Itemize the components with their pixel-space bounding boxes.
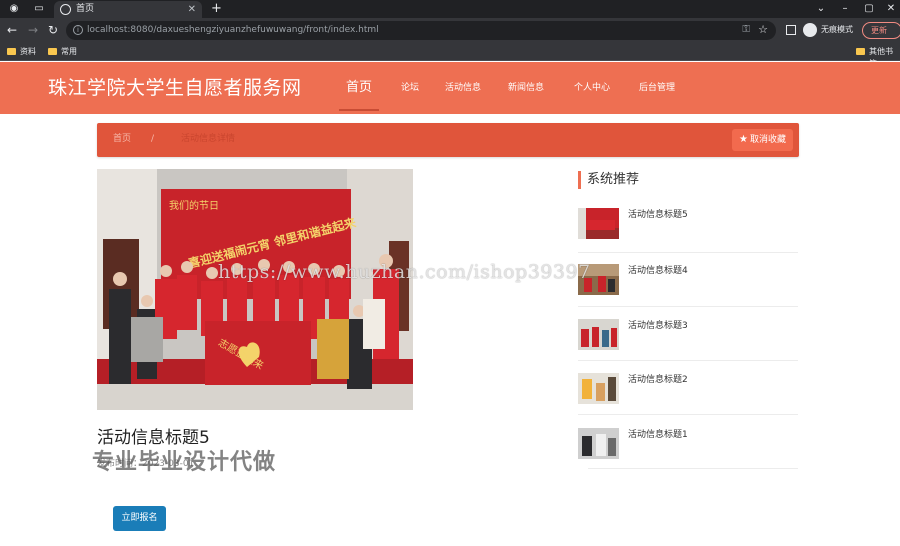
nav-activity-info[interactable]: 活动信息 [445, 81, 481, 95]
recommend-item[interactable]: 活动信息标题1 [578, 428, 798, 459]
bookmark-folder-ziliao[interactable]: 资料 [7, 46, 36, 58]
divider [578, 360, 798, 361]
incognito-icon [803, 23, 817, 37]
recommend-item[interactable]: 活动信息标题5 [578, 208, 798, 239]
browser-tab-strip: ◉ ▭ 首页 ✕ + ⌄ – ▢ ✕ [0, 0, 900, 18]
incognito-label: 无痕模式 [821, 25, 853, 34]
recommend-title[interactable]: 活动信息标题5 [628, 208, 688, 222]
minimize-icon[interactable]: – [832, 0, 858, 18]
recommend-thumbnail[interactable] [578, 373, 619, 404]
close-window-icon[interactable]: ✕ [878, 0, 900, 18]
window-icon[interactable]: ▭ [33, 3, 45, 15]
bookmark-star-icon[interactable]: ☆ [758, 23, 768, 37]
browser-toolbar: ← → ↻ i localhost:8080/daxueshengziyuanz… [0, 18, 900, 43]
reload-icon[interactable]: ↻ [46, 23, 60, 37]
recommend-thumbnail[interactable] [578, 208, 619, 239]
tab-close-icon[interactable]: ✕ [188, 3, 196, 16]
breadcrumb-current: 活动信息详情 [181, 134, 236, 144]
recommend-thumbnail[interactable] [578, 319, 619, 350]
recommend-heading: 系统推荐 [578, 171, 639, 189]
divider [578, 414, 798, 415]
activity-image: 我们的节日 喜迎送福闹元宵 邻里和谐益起来 志愿益起来 [97, 169, 413, 410]
divider [578, 306, 798, 307]
new-tab-icon[interactable]: + [211, 1, 222, 17]
star-icon: ★ [739, 134, 748, 145]
password-key-icon[interactable]: ⚿ [742, 23, 750, 37]
recommend-item[interactable]: 活动信息标题4 [578, 264, 798, 295]
browser-tab-home[interactable]: 首页 ✕ [54, 1, 202, 18]
url-watermark: https://www.huzhan.com/ishop39397 [218, 261, 591, 283]
divider [588, 468, 798, 469]
service-watermark: 专业毕业设计代做 [92, 450, 277, 475]
unfavorite-button[interactable]: ★ 取消收藏 [732, 129, 793, 151]
signup-button[interactable]: 立即报名 [113, 506, 166, 531]
breadcrumb-home[interactable]: 首页 [113, 133, 131, 146]
unfavorite-label: 取消收藏 [749, 135, 786, 145]
divider [578, 252, 798, 253]
update-button[interactable]: 更新 [862, 22, 900, 39]
nav-admin[interactable]: 后台管理 [639, 81, 675, 95]
bookmarks-bar: 资料 常用 其他书签 [0, 43, 900, 68]
recommend-item[interactable]: 活动信息标题2 [578, 373, 798, 404]
breadcrumb-separator: / [151, 134, 155, 144]
site-info-icon[interactable]: i [73, 25, 83, 35]
recommend-title[interactable]: 活动信息标题1 [628, 428, 688, 442]
dropdown-icon[interactable]: ⌄ [808, 0, 834, 18]
recommend-title[interactable]: 活动信息标题3 [628, 319, 688, 333]
site-header: 珠江学院大学生自愿者服务网 首页 论坛 活动信息 新闻信息 个人中心 后台管理 [0, 62, 900, 114]
tab-search-icon[interactable]: ◉ [8, 3, 20, 15]
recommend-thumbnail[interactable] [578, 428, 619, 459]
nav-active-indicator [339, 109, 379, 111]
breadcrumb: 首页 / 活动信息详情 ★ 取消收藏 [97, 123, 799, 157]
address-bar[interactable]: i localhost:8080/daxueshengziyuanzhefuwu… [66, 21, 776, 40]
recommend-title[interactable]: 活动信息标题2 [628, 373, 688, 387]
bookmark-folder-changyong[interactable]: 常用 [48, 46, 77, 58]
side-panel-icon[interactable] [786, 25, 796, 35]
activity-title: 活动信息标题5 [97, 428, 210, 448]
globe-icon [60, 4, 71, 15]
recommend-title[interactable]: 活动信息标题4 [628, 264, 688, 278]
nav-forum[interactable]: 论坛 [401, 81, 419, 95]
forward-icon[interactable]: → [26, 23, 40, 37]
tab-title: 首页 [76, 4, 95, 14]
nav-news-info[interactable]: 新闻信息 [508, 81, 544, 95]
nav-personal-center[interactable]: 个人中心 [574, 81, 610, 95]
url-text[interactable]: localhost:8080/daxueshengziyuanzhefuwuwa… [87, 24, 379, 37]
recommend-item[interactable]: 活动信息标题3 [578, 319, 798, 350]
banner-top-text: 我们的节日 [169, 199, 219, 212]
back-icon[interactable]: ← [5, 23, 19, 37]
nav-home[interactable]: 首页 [346, 79, 372, 97]
site-logo[interactable]: 珠江学院大学生自愿者服务网 [48, 76, 302, 100]
